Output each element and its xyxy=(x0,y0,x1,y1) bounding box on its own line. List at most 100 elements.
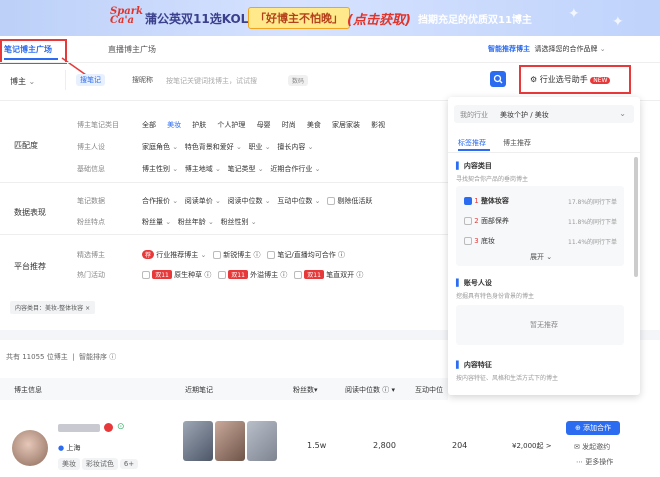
tab-live-bloggers[interactable]: 直播博主广场 xyxy=(108,44,156,55)
panel-sec3-desc: 按内容特征、风格和生活方式下的博主 xyxy=(456,375,559,382)
banner-highlight: 「好博主不怕晚」 xyxy=(248,7,350,29)
divider xyxy=(448,152,640,153)
row-label: 粉丝特点 xyxy=(77,218,105,226)
category-option[interactable]: 3 底妆 xyxy=(464,236,495,246)
note-thumbnail[interactable] xyxy=(183,421,213,461)
my-industry-select[interactable]: 我的行业 美妆个护 / 美妆 ⌄ xyxy=(454,105,634,123)
section-data-title: 数据表现 xyxy=(14,208,46,217)
category-option[interactable]: 2 面部保养 xyxy=(464,216,509,226)
search-notes-tag[interactable]: 搜笔记 xyxy=(76,74,105,86)
note-thumbnail[interactable] xyxy=(247,421,277,461)
note-thumbnail[interactable] xyxy=(215,421,245,461)
checkbox[interactable] xyxy=(464,197,472,205)
search-input[interactable]: 按笔记关键词找博主，试试搜 xyxy=(166,76,257,86)
price-value[interactable]: ¥2,000起 > xyxy=(512,441,552,451)
assistant-icon: ⚙ xyxy=(530,75,538,84)
category-stat: 17.8%的同行下单 xyxy=(568,199,618,206)
add-cooperation-button[interactable]: ⊕ 添加合作 xyxy=(566,421,620,435)
divider xyxy=(0,234,448,235)
row-label: 精选博主 xyxy=(77,251,105,259)
note-data-filters[interactable]: 合作报价 阅读单价 阅读中位数 互动中位数 剔除低活跃 xyxy=(142,196,372,206)
blogger-name-blurred[interactable] xyxy=(58,424,100,432)
panel-tab-underline xyxy=(458,149,490,151)
col-reads[interactable]: 阅读中位数 ⓘ ▾ xyxy=(345,385,395,395)
checkbox[interactable] xyxy=(464,217,472,225)
industry-assistant-button[interactable]: ⚙ 行业选号助手 NEW xyxy=(530,74,611,85)
fans-filters[interactable]: 粉丝量 粉丝年龄 粉丝性别 xyxy=(142,217,257,227)
persona-empty-box: 暂无推荐 xyxy=(456,305,624,345)
checkbox[interactable] xyxy=(213,251,222,259)
highlight-box-tab xyxy=(0,39,67,64)
search-button[interactable] xyxy=(490,71,506,87)
search-nickname-tag[interactable]: 搜昵称 xyxy=(128,74,157,86)
hot-icon: 荐 xyxy=(142,250,155,259)
banner-cta[interactable]: (点击获取) xyxy=(347,9,411,28)
panel-sec1-desc: 寻找契合你产品的垂岗博主 xyxy=(456,176,529,183)
spark-logo: Spark Ca'a xyxy=(110,6,143,26)
location-icon: ● xyxy=(58,444,65,452)
row-label: 博主人设 xyxy=(77,143,105,151)
featured-filters[interactable]: 荐 行业推荐博主 新锐博主 ⓘ 笔记/直播均可合作 ⓘ xyxy=(142,250,345,260)
banner-tail: 挡期充足的优质双11博主 xyxy=(418,15,532,26)
fans-value: 1.5w xyxy=(307,441,327,450)
category-options[interactable]: 全部 美妆 护肤 个人护理 母婴 时尚 美食 家居家装 影视 xyxy=(142,120,385,130)
double11-badge: 双11 xyxy=(228,270,248,279)
checkbox[interactable] xyxy=(267,251,276,259)
empty-text: 暂无推荐 xyxy=(530,321,558,329)
divider xyxy=(0,182,448,183)
more-actions-button[interactable]: ⋯ 更多操作 xyxy=(576,457,613,467)
filter-type-select[interactable]: 博主 xyxy=(10,76,35,87)
panel-sec2-title: ▌ 账号人设 xyxy=(456,279,492,287)
sparkle-icon: ✦ xyxy=(612,14,624,30)
search-bar[interactable]: 搜笔记 搜昵称 按笔记关键词找博主，试试搜 数码 xyxy=(65,70,490,90)
active-filter-tag[interactable]: 内容类目：美妆-整体妆容 × xyxy=(10,301,96,314)
checkbox[interactable] xyxy=(464,237,472,245)
check-icon: ⊙ xyxy=(117,422,125,432)
basic-filters[interactable]: 博主性别 博主地域 笔记类型 近期合作行业 xyxy=(142,164,320,174)
panel-tab-tags[interactable]: 标签推荐 xyxy=(458,138,486,148)
expand-button[interactable]: 展开 ⌄ xyxy=(530,252,552,262)
panel-sec2-desc: 挖掘具有特色身份背景的博主 xyxy=(456,293,535,300)
panel-sec3-title: ▌ 内容特征 xyxy=(456,361,492,369)
checkbox[interactable] xyxy=(327,197,336,205)
chevron-down-icon: ⌄ xyxy=(619,109,626,118)
row-label: 笔记数据 xyxy=(77,197,105,205)
search-icon xyxy=(493,74,503,84)
col-interact[interactable]: 互动中位 xyxy=(415,385,443,395)
panel-sec1-title: ▌ 内容类目 xyxy=(456,162,492,170)
divider xyxy=(0,62,660,63)
section-match-title: 匹配度 xyxy=(14,141,38,150)
blogger-tags: 美妆 彩妆试色 6+ xyxy=(58,458,139,470)
checkbox[interactable] xyxy=(294,271,303,279)
checkbox[interactable] xyxy=(218,271,227,279)
reads-value: 2,800 xyxy=(373,441,396,450)
smart-recommend[interactable]: 智能推荐博主 请选择您的合作品牌 ⌄ xyxy=(488,44,606,54)
row-label: 热门活动 xyxy=(77,271,105,279)
row-label: 博主笔记类目 xyxy=(77,121,119,129)
invite-button[interactable]: ✉ 发起邀约 xyxy=(574,442,610,452)
industry-assistant-panel: 我的行业 美妆个护 / 美妆 ⌄ 标签推荐 博主推荐 ▌ 内容类目 寻找契合你产… xyxy=(448,97,640,395)
double11-badge: 双11 xyxy=(304,270,324,279)
event-filters[interactable]: 双11 原生种草 ⓘ 双11 外溢博主 ⓘ 双11 笔直双开 ⓘ xyxy=(142,270,363,280)
promo-banner[interactable]: Spark Ca'a 蒲公英双11选KOL攻略 「好博主不怕晚」 (点击获取) 挡… xyxy=(0,0,660,36)
section-platform-title: 平台推荐 xyxy=(14,262,46,271)
page-root: Spark Ca'a 蒲公英双11选KOL攻略 「好博主不怕晚」 (点击获取) 挡… xyxy=(0,0,660,477)
blogger-location: ● 上海 xyxy=(58,444,81,452)
interact-value: 204 xyxy=(452,441,468,450)
avatar[interactable] xyxy=(12,430,48,466)
content-category-list: 1 整体妆容 17.8%的同行下单 2 面部保养 11.8%的同行下单 3 底妆… xyxy=(456,186,624,266)
category-stat: 11.4%的同行下单 xyxy=(568,239,618,246)
col-fans[interactable]: 粉丝数▾ xyxy=(293,385,318,395)
category-stat: 11.8%的同行下单 xyxy=(568,219,618,226)
row-label: 基础信息 xyxy=(77,165,105,173)
persona-filters[interactable]: 家庭角色 特色背景和爱好 职业 擅长内容 xyxy=(142,142,313,152)
panel-tab-bloggers[interactable]: 博主推荐 xyxy=(503,138,531,148)
col-recent-notes: 近期笔记 xyxy=(185,386,213,394)
checkbox[interactable] xyxy=(142,271,150,279)
sparkle-icon: ✦ xyxy=(568,6,580,22)
category-option[interactable]: 1 整体妆容 xyxy=(464,196,509,206)
verified-icon xyxy=(104,423,113,432)
panel-scrollbar[interactable] xyxy=(634,157,638,277)
search-hint-chip[interactable]: 数码 xyxy=(288,75,309,86)
col-blogger: 博主信息 xyxy=(14,386,42,394)
